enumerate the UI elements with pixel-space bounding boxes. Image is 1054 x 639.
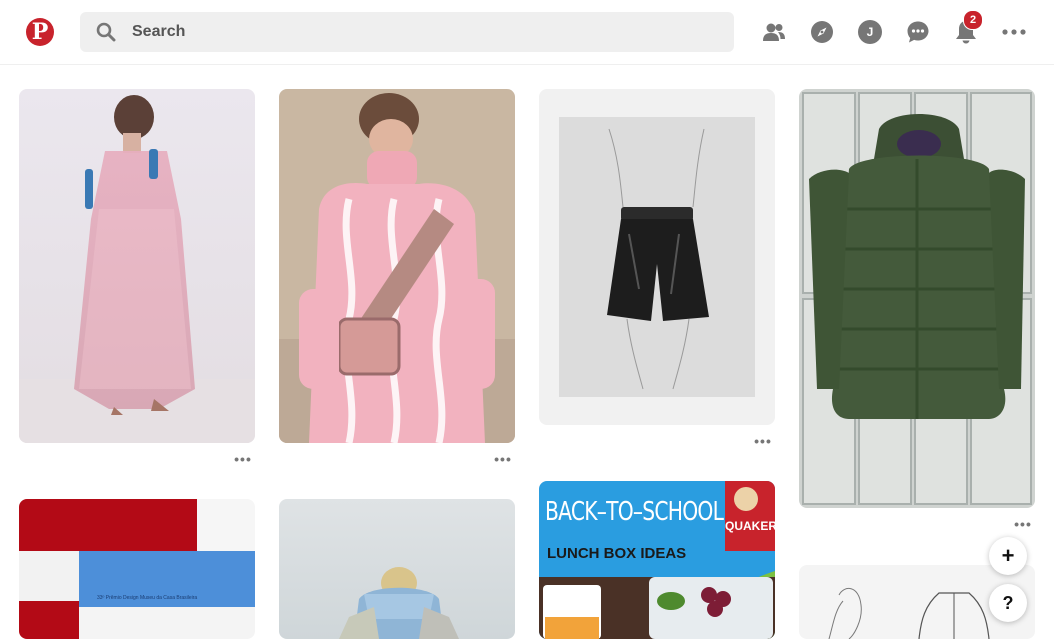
search-input[interactable] (132, 12, 712, 52)
notification-count-badge: 2 (963, 10, 983, 30)
pinterest-logo[interactable]: P (26, 18, 54, 46)
pin-more-button[interactable]: ••• (233, 452, 253, 467)
profile-button[interactable]: J (854, 16, 886, 48)
pin-blue-scarf-outfit[interactable] (279, 499, 515, 639)
poster-caption: 33º Prêmio Design Museu da Casa Brasilei… (97, 595, 198, 601)
more-icon (1002, 29, 1026, 35)
lunchbox-title: BACK–TO–SCHOOL (545, 497, 724, 527)
following-button[interactable] (758, 16, 790, 48)
pin-image-green-jacket (799, 89, 1035, 508)
compass-icon (811, 21, 833, 43)
pin-leather-shorts-sketch[interactable] (539, 89, 775, 425)
pin-image-pink-sweater (279, 89, 515, 443)
notifications-button[interactable]: 2 (950, 10, 983, 48)
pin-pink-tulle-dress[interactable] (19, 89, 255, 443)
quaker-logo-text: QUAKER (725, 519, 775, 533)
pin-design-museum-poster[interactable]: 33º Prêmio Design Museu da Casa Brasilei… (19, 499, 255, 639)
pin-more-button[interactable]: ••• (753, 434, 773, 449)
more-options-button[interactable] (998, 16, 1030, 48)
people-icon (763, 23, 785, 41)
search-bar[interactable] (80, 12, 734, 52)
explore-button[interactable] (806, 16, 838, 48)
pin-more-button[interactable]: ••• (1013, 517, 1033, 532)
pin-more-button[interactable]: ••• (493, 452, 513, 467)
pin-image-poster (19, 499, 255, 639)
help-button[interactable]: ? (989, 584, 1027, 622)
pin-image-pink-dress (19, 89, 255, 443)
search-icon (96, 22, 116, 42)
pin-image-blue-scarf (279, 499, 515, 639)
avatar: J (858, 20, 882, 44)
lunchbox-subtitle: LUNCH BOX IDEAS (547, 545, 687, 562)
pin-image-shorts-sketch (539, 89, 775, 425)
pin-green-puffer-jacket[interactable] (799, 89, 1035, 508)
messages-button[interactable] (902, 16, 934, 48)
create-pin-button[interactable]: + (989, 537, 1027, 575)
pin-pink-knit-sweater[interactable] (279, 89, 515, 443)
top-navigation-bar: P J (0, 0, 1054, 65)
chat-icon (907, 21, 929, 43)
pin-back-to-school-lunch[interactable]: BACK–TO–SCHOOL LUNCH BOX IDEAS QUAKER (539, 481, 775, 639)
